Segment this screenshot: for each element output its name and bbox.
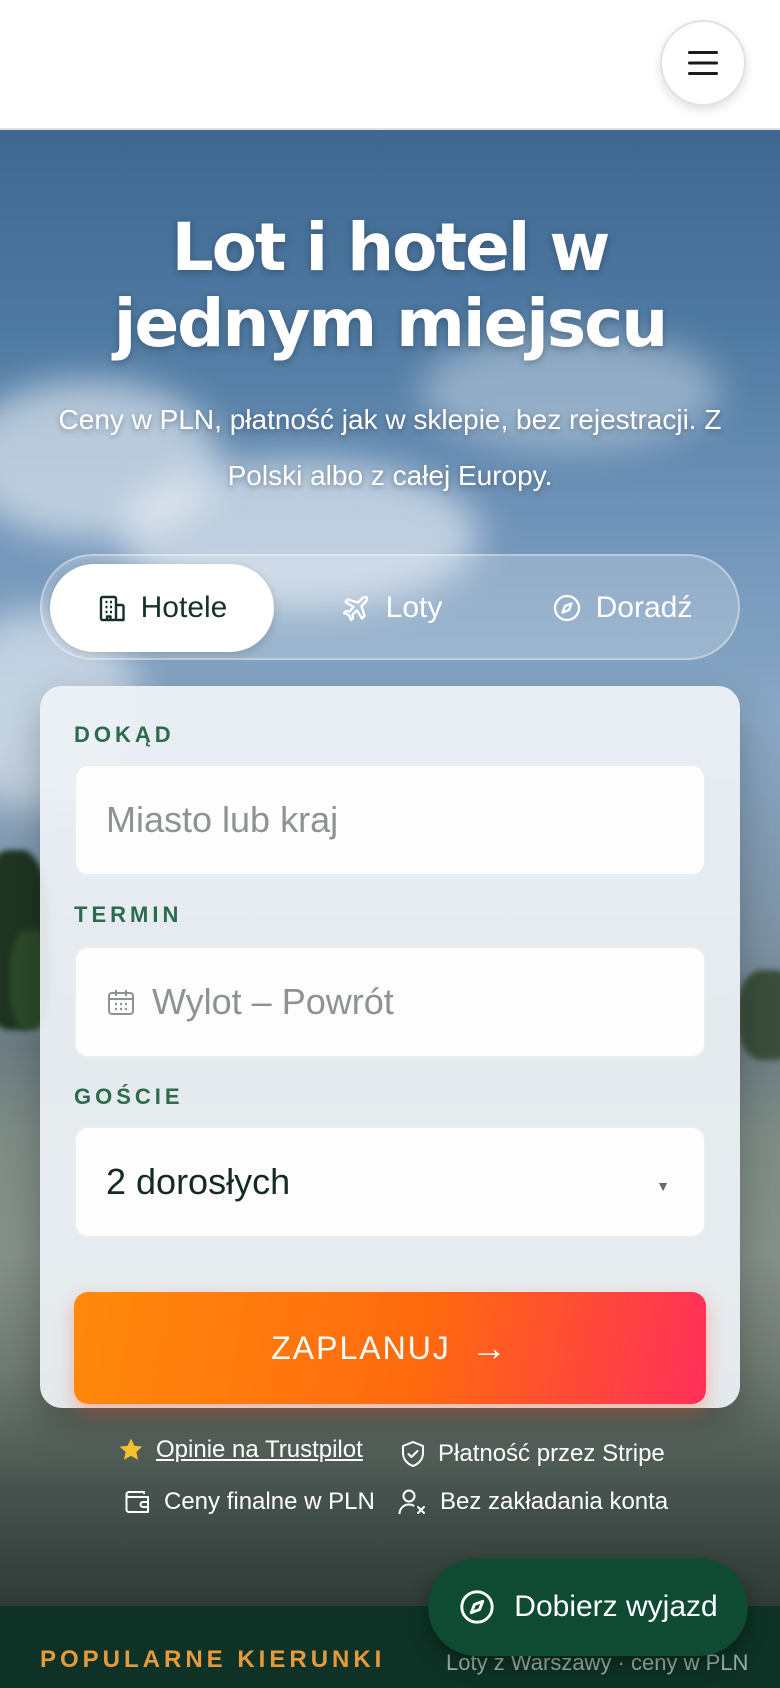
trust-pln: Ceny finalne w PLN	[124, 1488, 375, 1516]
search-card: DOKĄD Miasto lub kraj TERMIN Wylot – Pow…	[40, 686, 740, 1408]
menu-button[interactable]	[660, 20, 746, 106]
match-trip-label: Dobierz wyjazd	[514, 1590, 718, 1623]
destination-placeholder: Miasto lub kraj	[106, 799, 339, 840]
tab-flights-label: Loty	[385, 591, 443, 624]
no-account-label: Bez zakładania konta	[440, 1488, 669, 1515]
compass-icon	[460, 1590, 494, 1624]
tab-advise-label: Doradź	[595, 591, 693, 624]
calendar-icon	[108, 990, 134, 1015]
hero-section: Lot i hotel w jednym miejscu Ceny w PLN,…	[0, 130, 780, 1606]
hero-subtitle: Ceny w PLN, płatność jak w sklepie, bez …	[58, 404, 722, 491]
hamburger-menu-icon	[688, 51, 718, 75]
arrow-right-icon: →	[470, 1327, 509, 1368]
popular-destinations-heading: POPULARNE KIERUNKI	[40, 1646, 386, 1673]
guests-select[interactable]: 2 dorosłych ▼	[74, 1126, 706, 1238]
trust-no-account: Bez zakładania konta	[398, 1488, 668, 1516]
plane-icon	[342, 595, 368, 622]
trust-trustpilot[interactable]: Opinie na Trustpilot	[118, 1436, 363, 1464]
plan-button-label: ZAPLANUJ	[271, 1329, 451, 1366]
user-x-icon	[398, 1489, 425, 1515]
match-trip-button[interactable]: Dobierz wyjazd	[428, 1558, 748, 1656]
building-icon	[99, 595, 125, 622]
wallet-icon	[125, 1491, 149, 1513]
plan-button[interactable]: ZAPLANUJ →	[74, 1292, 706, 1404]
tab-hotels[interactable]: Hotele	[50, 564, 274, 652]
destination-input[interactable]: Miasto lub kraj	[74, 764, 706, 876]
trustpilot-link[interactable]: Opinie na Trustpilot	[156, 1436, 363, 1464]
compass-icon	[553, 594, 580, 622]
trust-stripe: Płatność przez Stripe	[400, 1440, 665, 1468]
tab-hotels-label: Hotele	[140, 591, 228, 624]
tab-flights[interactable]: Loty	[280, 564, 504, 652]
destination-label: DOKĄD	[74, 722, 175, 747]
guests-label: GOŚCIE	[74, 1084, 184, 1109]
background-building	[738, 970, 780, 1060]
tab-advise[interactable]: Doradź	[510, 564, 734, 652]
stripe-label: Płatność przez Stripe	[438, 1440, 665, 1467]
search-mode-tabs: Hotele Loty Doradź	[40, 554, 740, 660]
dates-input[interactable]: Wylot – Powrót	[74, 946, 706, 1058]
star-icon	[119, 1438, 143, 1460]
pln-label: Ceny finalne w PLN	[164, 1488, 375, 1515]
top-bar	[0, 0, 780, 130]
guests-value: 2 dorosłych	[106, 1161, 291, 1202]
shield-check-icon	[402, 1441, 424, 1467]
dates-placeholder: Wylot – Powrót	[152, 981, 394, 1022]
hero-title: Lot i hotel w jednym miejscu	[113, 209, 669, 362]
caret-down-icon: ▼	[656, 1178, 670, 1194]
dates-label: TERMIN	[74, 902, 183, 927]
